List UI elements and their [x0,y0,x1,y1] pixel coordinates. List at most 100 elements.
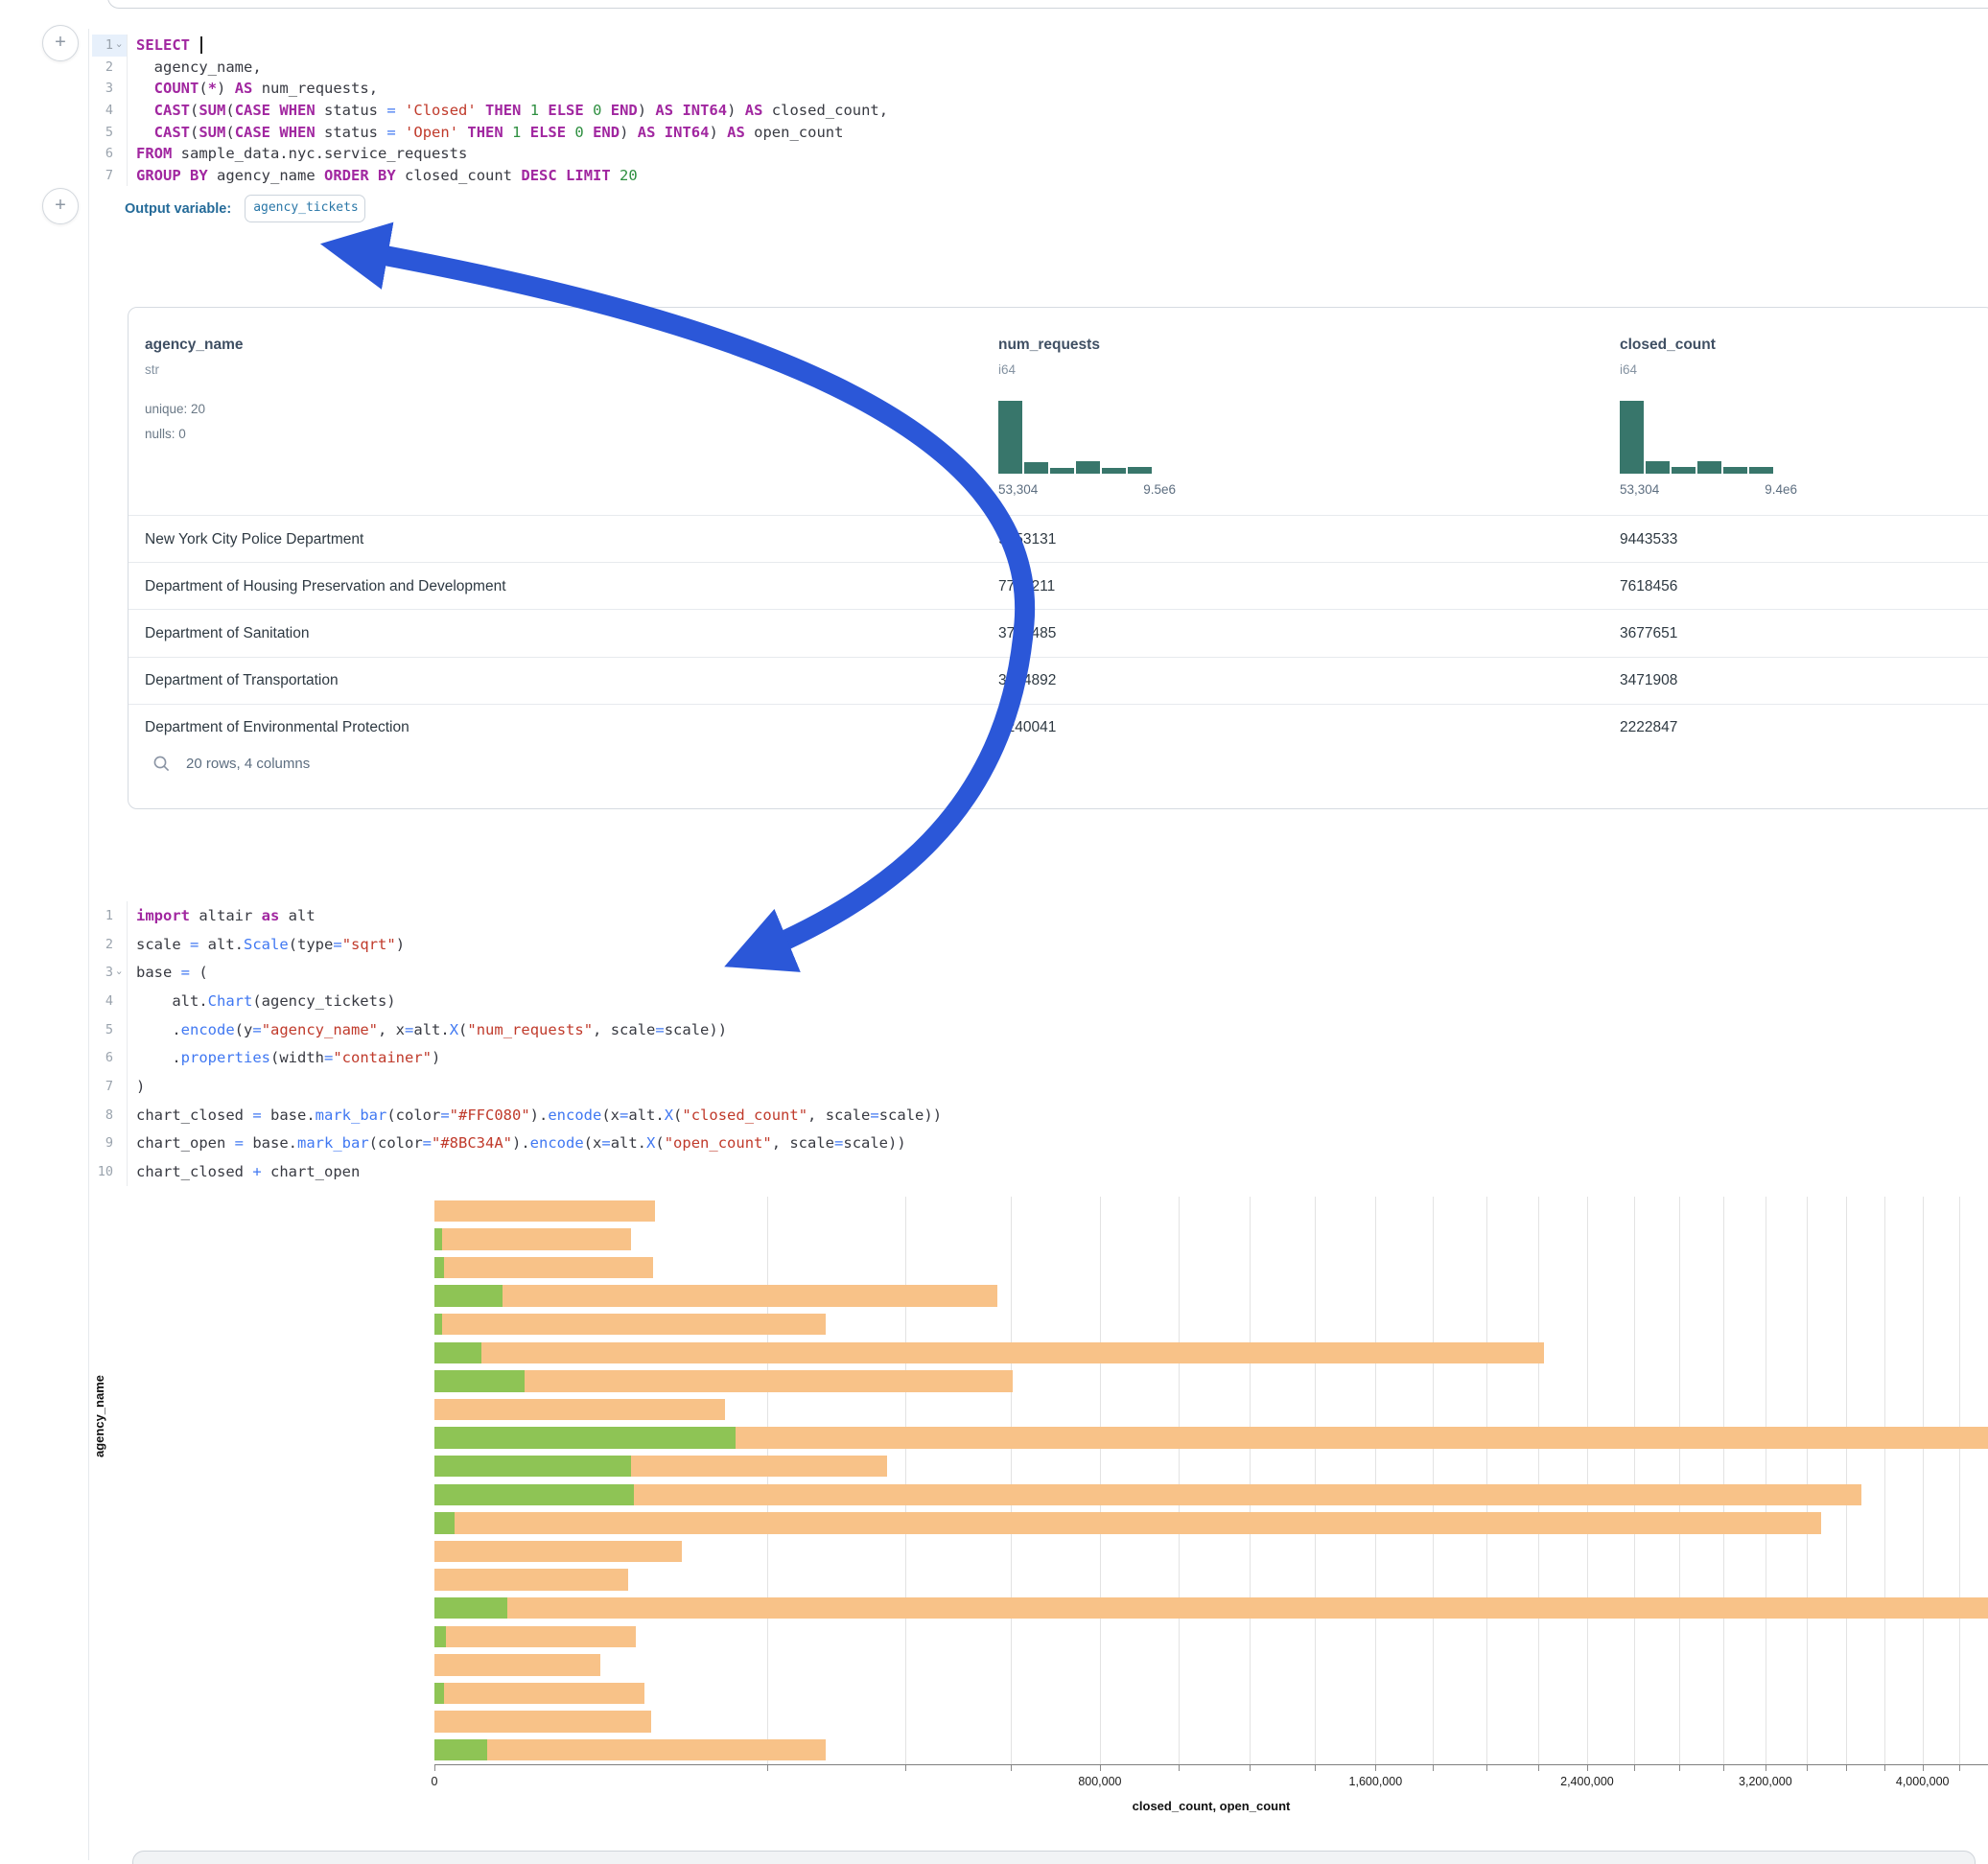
code-text[interactable]: GROUP BY agency_name ORDER BY closed_cou… [127,165,638,187]
table-row[interactable]: New York City Police Department945313194… [129,515,1988,563]
code-token: 'Open' [405,124,458,141]
table-cell: 3749485 [998,610,1056,657]
add-cell-button-middle[interactable]: + [42,188,79,224]
column-type: str [145,362,159,377]
code-text[interactable]: agency_name, [127,57,262,79]
fold-chevron-icon[interactable]: › [113,39,125,52]
bar-open [434,1228,442,1250]
code-token: closed_count, [762,102,888,119]
x-tick [1846,1765,1847,1771]
code-token: "#8BC34A" [432,1134,512,1152]
bar-closed [434,1597,1988,1619]
code-line[interactable]: 10chart_closed + chart_open [92,1157,942,1186]
x-tick [1011,1765,1012,1771]
add-cell-button-top[interactable]: + [42,25,79,61]
histogram-min: 53,304 [998,482,1038,497]
code-token: ) [709,124,727,141]
code-line[interactable]: 3›base = ( [92,958,942,987]
line-number: 9 [92,1135,113,1151]
code-token: ELSE [530,124,566,141]
code-text[interactable]: base = ( [127,958,208,987]
table-row[interactable]: Department of Environmental Protection22… [129,704,1988,752]
code-token: FROM [136,145,172,162]
code-line[interactable]: 2scale = alt.Scale(type="sqrt") [92,930,942,959]
code-line[interactable]: 3 COUNT(*) AS num_requests, [92,78,888,100]
table-row[interactable]: Department of Sanitation37494853677651 [129,609,1988,657]
code-line[interactable]: 9 chart_open = base.mark_bar(color="#8BC3… [92,1130,942,1158]
table-cell: 3471908 [1620,658,1677,705]
code-text[interactable]: alt.Chart(agency_tickets) [127,987,396,1015]
gridline [1723,1197,1724,1764]
code-token: chart_closed [136,1107,252,1124]
code-token: ( [190,124,199,141]
code-token [601,102,610,119]
histogram-bar [1128,467,1152,474]
bar-track [434,1683,1988,1705]
code-token [655,124,664,141]
bar-track [434,1342,1988,1364]
code-line[interactable]: 1import altair as alt [92,901,942,930]
code-token: scale)) [843,1134,905,1152]
code-token: X [646,1134,655,1152]
column-name[interactable]: agency_name [145,337,244,354]
code-text[interactable]: .properties(width="container") [127,1043,440,1072]
code-line[interactable]: 2 agency_name, [92,57,888,79]
code-line[interactable]: 8chart_closed = base.mark_bar(color="#FF… [92,1101,942,1130]
code-gutter: 7 [92,1072,127,1101]
code-token: num_requests, [252,80,378,97]
line-number: 7 [92,168,113,183]
code-text[interactable]: chart_closed = base.mark_bar(color="#FFC… [127,1101,942,1130]
code-line[interactable]: 6 .properties(width="container") [92,1043,942,1072]
code-text[interactable]: CAST(SUM(CASE WHEN status = 'Open' THEN … [127,121,843,143]
output-variable-pill[interactable]: agency_tickets [245,195,365,222]
bar-closed [434,1569,628,1591]
code-text[interactable]: COUNT(*) AS num_requests, [127,78,378,100]
code-line[interactable]: 5 CAST(SUM(CASE WHEN status = 'Open' THE… [92,121,888,143]
x-tick [1679,1765,1680,1771]
code-text[interactable]: CAST(SUM(CASE WHEN status = 'Closed' THE… [127,100,888,122]
gridline [1433,1197,1434,1764]
code-text[interactable]: FROM sample_data.nyc.service_requests [127,143,467,165]
code-text[interactable]: .encode(y="agency_name", x=alt.X("num_re… [127,1015,727,1044]
column-name[interactable]: closed_count [1620,337,1716,354]
table-footer: 20 rows, 4 columns [152,755,310,773]
code-line[interactable]: 1›SELECT [92,35,888,57]
code-token [270,124,279,141]
code-line[interactable]: 4 alt.Chart(agency_tickets) [92,987,942,1015]
fold-chevron-icon[interactable]: › [113,967,125,979]
code-text[interactable]: chart_open = base.mark_bar(color="#8BC34… [127,1130,906,1158]
gridline [905,1197,906,1764]
column-name[interactable]: num_requests [998,337,1100,354]
code-line[interactable]: 6 FROM sample_data.nyc.service_requests [92,143,888,165]
bar-closed [434,1200,655,1223]
code-line[interactable]: 5 .encode(y="agency_name", x=alt.X("num_… [92,1015,942,1044]
bar-track [434,1654,1988,1676]
text-cursor [200,36,202,54]
code-gutter: 3› [92,958,127,987]
histogram-min: 53,304 [1620,482,1659,497]
code-line[interactable]: 7) [92,1072,942,1101]
table-row[interactable]: Department of Housing Preservation and D… [129,562,1988,610]
code-text[interactable]: scale = alt.Scale(type="sqrt") [127,930,405,959]
search-icon[interactable] [152,755,171,773]
code-token: ELSE [548,102,583,119]
code-text[interactable]: chart_closed + chart_open [127,1157,360,1186]
line-number: 6 [92,146,113,161]
gridline [1100,1197,1101,1764]
code-gutter: 4 [92,987,127,1015]
code-text[interactable]: import altair as alt [127,901,316,930]
code-text[interactable]: ) [127,1072,145,1101]
code-token: BY [378,167,396,184]
code-text[interactable]: SELECT [127,35,202,57]
python-code-editor[interactable]: 1import altair as alt2scale = alt.Scale(… [92,901,942,1186]
code-line[interactable]: 4 CAST(SUM(CASE WHEN status = 'Closed' T… [92,100,888,122]
table-row[interactable]: Department of Transportation377489234719… [129,657,1988,705]
bar-track [434,1569,1988,1591]
column-stat: unique: 20 [145,402,205,416]
code-token: ). [530,1107,549,1124]
code-token: 1 [512,124,521,141]
code-line[interactable]: 7 GROUP BY agency_name ORDER BY closed_co… [92,165,888,187]
sql-code-editor[interactable]: 1›SELECT 2 agency_name,3 COUNT(*) AS num… [92,35,888,186]
code-token: INT64 [665,124,710,141]
bar-open [434,1314,442,1336]
